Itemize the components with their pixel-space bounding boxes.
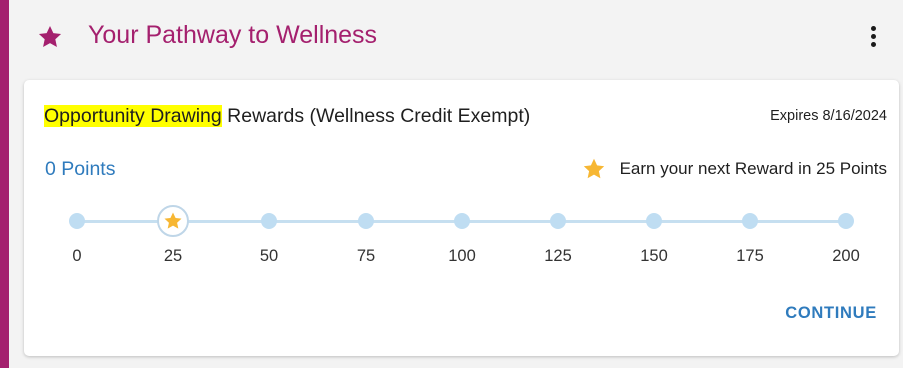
milestone-50	[261, 213, 277, 229]
page-title: Your Pathway to Wellness	[88, 21, 378, 49]
tick-label: 100	[448, 247, 476, 265]
panel-header: Your Pathway to Wellness	[9, 0, 903, 70]
milestone-175	[742, 213, 758, 229]
milestone-125	[550, 213, 566, 229]
milestone-25-current	[157, 205, 189, 237]
milestone-100	[454, 213, 470, 229]
milestone-150	[646, 213, 662, 229]
star-icon	[583, 158, 604, 179]
points-value: 0 Points	[45, 158, 116, 180]
tick-label: 0	[72, 247, 82, 265]
next-reward-info: Earn your next Reward in 25 Points	[582, 157, 887, 181]
more-vertical-icon[interactable]	[861, 24, 885, 50]
tick-label: 150	[640, 247, 668, 265]
tick-label: 200	[832, 247, 860, 265]
accent-bar	[0, 0, 9, 368]
reward-title-highlight: Opportunity Drawing	[44, 105, 222, 127]
reward-title-rest: Rewards (Wellness Credit Exempt)	[221, 105, 531, 127]
star-icon	[38, 25, 62, 47]
tick-label: 50	[259, 247, 279, 265]
tick-label: 75	[356, 247, 376, 265]
continue-button[interactable]: CONTINUE	[785, 304, 877, 323]
expiry-date: Expires 8/16/2024	[770, 108, 887, 124]
next-reward-text: Earn your next Reward in 25 Points	[619, 159, 887, 178]
tick-label: 175	[736, 247, 764, 265]
reward-title: Opportunity Drawing Rewards (Wellness Cr…	[44, 105, 530, 128]
tick-label: 25	[163, 247, 183, 265]
star-icon	[164, 212, 182, 229]
reward-card: Opportunity Drawing Rewards (Wellness Cr…	[24, 80, 899, 356]
milestone-200	[838, 213, 854, 229]
milestone-75	[358, 213, 374, 229]
tick-label: 125	[544, 247, 572, 265]
milestone-0	[69, 213, 85, 229]
wellness-panel: Your Pathway to Wellness Opportunity Dra…	[9, 0, 903, 368]
